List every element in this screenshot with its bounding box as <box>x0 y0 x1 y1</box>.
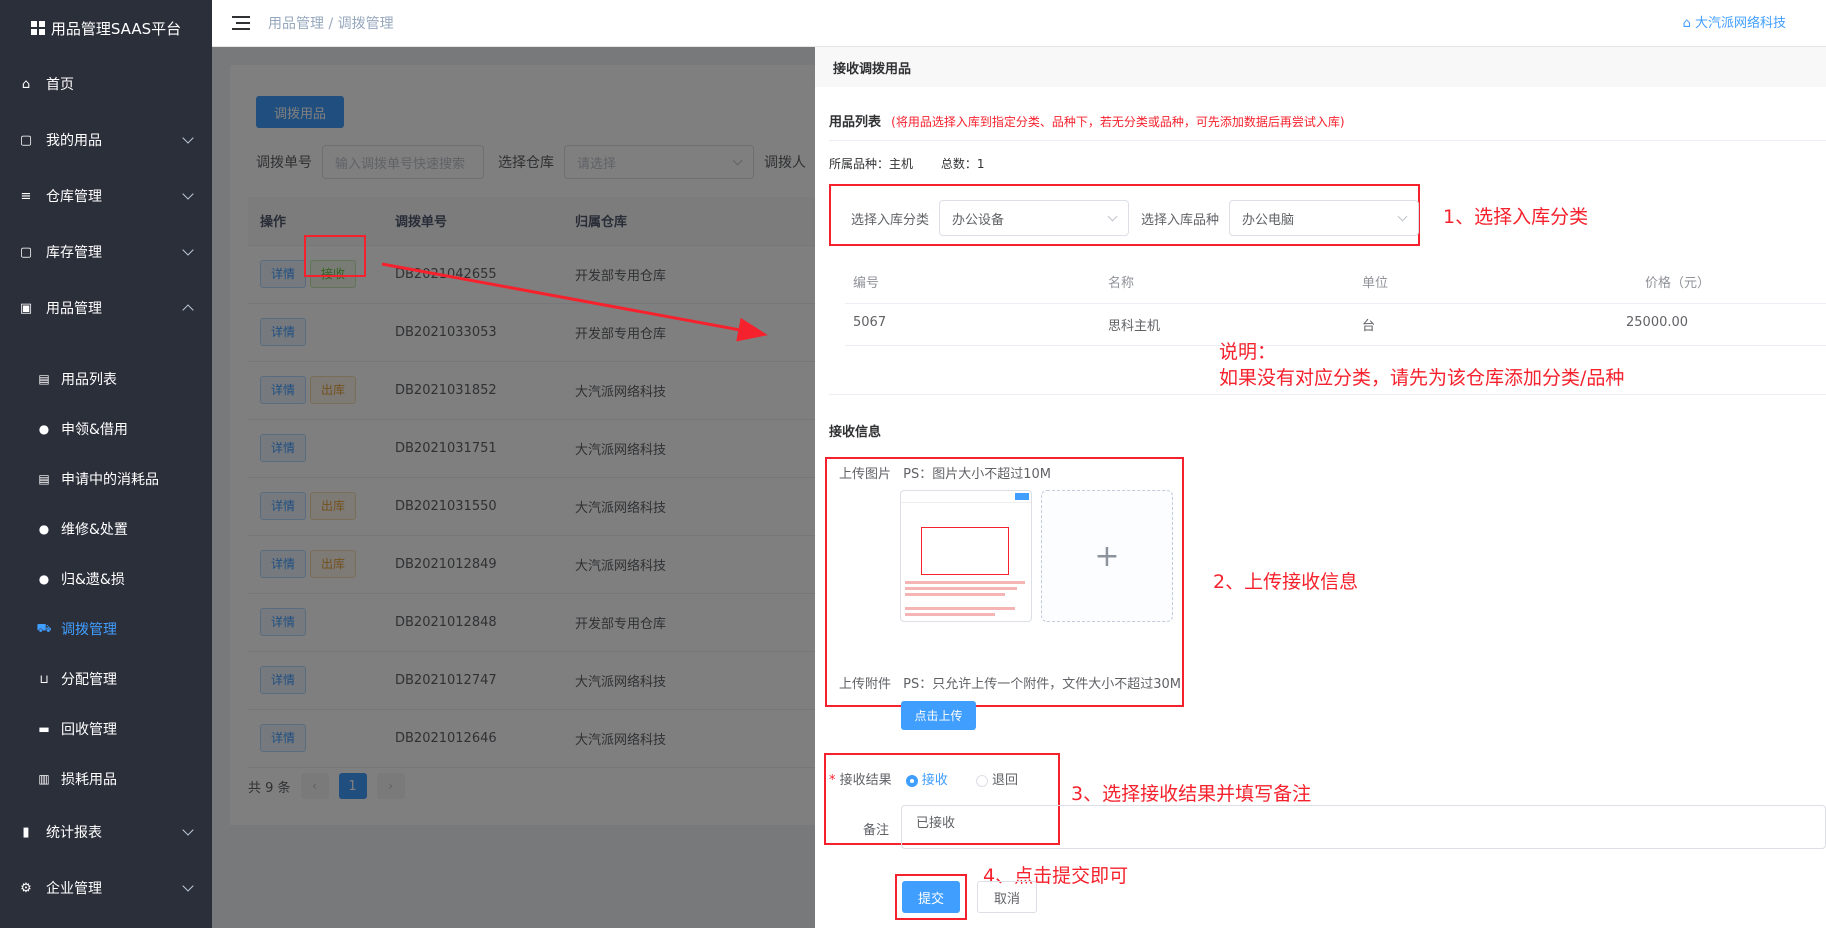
remark-textarea[interactable]: 已接收 <box>901 805 1826 849</box>
plus-icon: + <box>1094 538 1120 574</box>
upload-image-plus-button[interactable]: + <box>1041 490 1173 622</box>
category-info: 所属品种：主机 <box>829 157 914 171</box>
total-info: 总数：1 <box>940 157 985 171</box>
submit-button[interactable]: 提交 <box>902 881 960 913</box>
uploaded-image-thumbnail[interactable] <box>900 490 1032 622</box>
cancel-button[interactable]: 取消 <box>977 881 1037 913</box>
chevron-down-icon <box>1397 211 1408 222</box>
select-category-label: 选择入库分类 <box>851 212 930 228</box>
remark-label: 备注 <box>863 823 890 838</box>
column-header: 价格（元） <box>1645 276 1711 291</box>
receive-drawer: 接收调拨用品 用品列表 (将用品选择入库到指定分类、品种下，若无分类或品种，可先… <box>815 47 1826 928</box>
note-body: 如果没有对应分类，请先为该仓库添加分类/品种 <box>1219 367 1625 389</box>
radio-return[interactable]: 退回 <box>975 769 1018 788</box>
category-select[interactable]: 办公设备 <box>939 200 1130 236</box>
variety-value: 办公电脑 <box>1242 212 1295 228</box>
step3-annotation: 3、选择接收结果并填写备注 <box>1071 783 1312 805</box>
radio-checked-icon <box>905 774 918 787</box>
radio-return-label: 退回 <box>991 773 1018 788</box>
step1-annotation: 1、选择入库分类 <box>1443 206 1589 228</box>
goods-list-hint: (将用品选择入库到指定分类、品种下，若无分类或品种，可先添加数据后再尝试入库) <box>891 115 1345 129</box>
column-header: 名称 <box>1108 276 1135 291</box>
category-value: 办公设备 <box>952 212 1005 228</box>
step2-annotation: 2、上传接收信息 <box>1213 571 1359 593</box>
radio-receive[interactable]: 接收 <box>905 769 948 788</box>
upload-attach-button[interactable]: 点击上传 <box>901 701 976 730</box>
column-header: 单位 <box>1362 276 1389 291</box>
receive-highlight-box <box>304 235 366 277</box>
upload-attach-hint: PS：只允许上传一个附件，文件大小不超过30M <box>903 677 1182 692</box>
upload-attach-label: 上传附件 <box>839 677 892 692</box>
goods-no: 5067 <box>853 315 887 330</box>
variety-select[interactable]: 办公电脑 <box>1229 200 1420 236</box>
radio-receive-label: 接收 <box>921 773 948 788</box>
goods-name: 思科主机 <box>1108 319 1161 334</box>
select-variety-label: 选择入库品种 <box>1141 212 1220 228</box>
remark-value: 已接收 <box>916 816 956 831</box>
note-annotation: 说明： 如果没有对应分类，请先为该仓库添加分类/品种 <box>1219 339 1624 391</box>
radio-unchecked-icon <box>975 774 988 787</box>
drawer-title: 接收调拨用品 <box>815 47 1826 87</box>
column-header: 编号 <box>853 276 880 291</box>
upload-image-hint: PS：图片大小不超过10M <box>903 467 1052 482</box>
arrow-to-drawer <box>381 262 768 342</box>
note-title: 说明： <box>1219 341 1277 363</box>
receive-info-title: 接收信息 <box>829 425 882 440</box>
goods-list-title: 用品列表 <box>829 115 882 130</box>
goods-unit: 台 <box>1362 319 1376 334</box>
result-label: 接收结果 <box>839 773 892 788</box>
chevron-down-icon <box>1107 211 1118 222</box>
upload-image-label: 上传图片 <box>839 467 892 482</box>
goods-price: 25000.00 <box>1626 315 1689 330</box>
